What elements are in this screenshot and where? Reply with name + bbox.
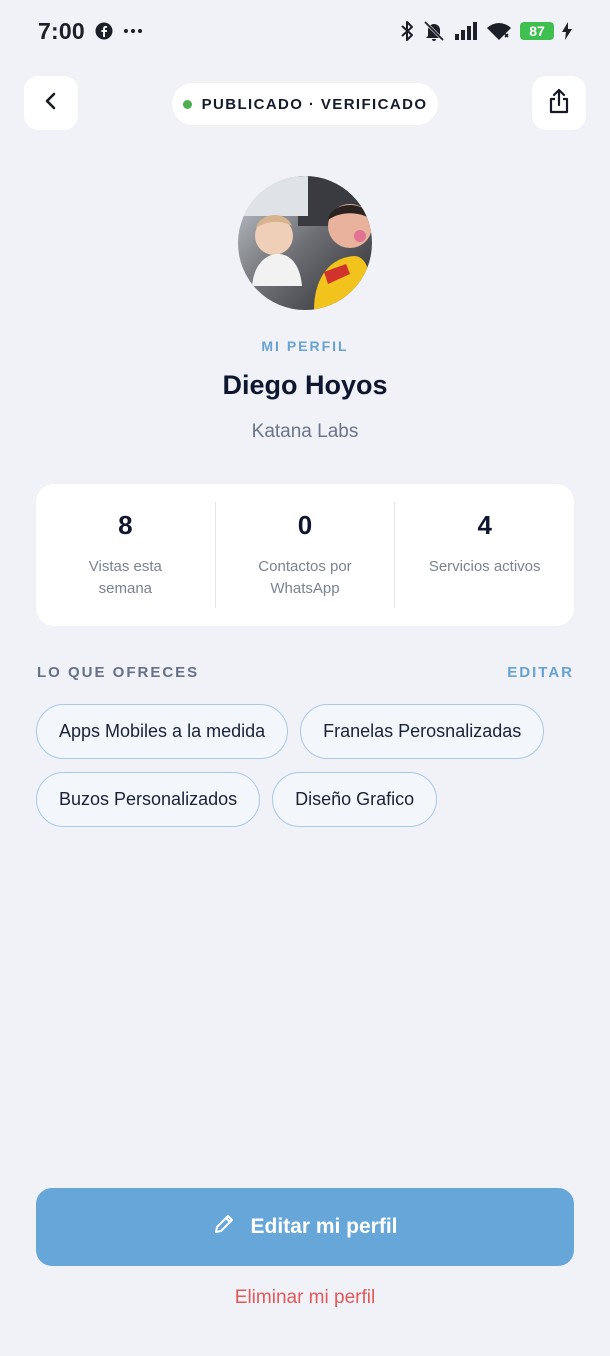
- edit-profile-label: Editar mi perfil: [250, 1215, 398, 1238]
- facebook-icon: [95, 22, 113, 40]
- edit-profile-button[interactable]: Editar mi perfil: [36, 1188, 574, 1266]
- battery-indicator: 87: [520, 22, 554, 40]
- profile-eyebrow: MI PERFIL: [261, 338, 349, 354]
- stat-label: Servicios activos: [428, 558, 541, 575]
- bluetooth-icon: [400, 20, 414, 42]
- profile-company: Katana Labs: [251, 421, 359, 442]
- publish-status-label: PUBLICADO · VERIFICADO: [201, 95, 428, 113]
- share-button[interactable]: [532, 76, 586, 130]
- pencil-icon: [212, 1212, 236, 1242]
- offer-chip[interactable]: Buzos Personalizados: [36, 772, 261, 827]
- status-right: 87: [400, 20, 572, 42]
- offers-heading: LO QUE OFRECES: [37, 664, 200, 681]
- stat-value: 4: [477, 510, 492, 540]
- publish-status-pill: PUBLICADO · VERIFICADO: [172, 83, 438, 125]
- avatar[interactable]: [238, 176, 372, 310]
- chevron-left-icon: [41, 91, 61, 116]
- back-button[interactable]: [24, 76, 78, 130]
- status-bar: 7:00 87: [0, 0, 610, 62]
- charging-icon: [562, 22, 572, 40]
- stat-label: Contactos por WhatsApp: [258, 558, 352, 597]
- edit-offers-link[interactable]: EDITAR: [507, 664, 574, 681]
- signal-icon: [454, 21, 478, 41]
- stats-card: 8 Vistas esta semana 0 Contactos por Wha…: [36, 484, 574, 626]
- delete-profile-link[interactable]: Eliminar mi perfil: [0, 1287, 610, 1309]
- profile-name: Diego Hoyos: [222, 370, 388, 400]
- stat-value: 8: [118, 510, 133, 540]
- stat-active-services: 4 Servicios activos: [394, 502, 574, 608]
- stat-label: Vistas esta semana: [88, 558, 162, 597]
- more-dots-icon: [123, 28, 143, 34]
- status-left: 7:00: [38, 18, 143, 45]
- offer-chip[interactable]: Franelas Perosnalizadas: [300, 704, 545, 759]
- stat-whatsapp-contacts: 0 Contactos por WhatsApp: [214, 502, 395, 608]
- status-dot: [182, 99, 192, 109]
- status-time: 7:00: [38, 17, 85, 44]
- share-icon: [547, 88, 571, 119]
- offer-chip[interactable]: Diseño Grafico: [272, 772, 438, 827]
- offer-chip[interactable]: Apps Mobiles a la medida: [36, 704, 289, 759]
- wifi-icon: [486, 21, 512, 41]
- offers-chip-list: Apps Mobiles a la medida Franelas Perosn…: [36, 704, 576, 827]
- stat-value: 0: [297, 510, 313, 540]
- bell-off-icon: [422, 20, 446, 42]
- stat-weekly-views: 8 Vistas esta semana: [36, 484, 215, 626]
